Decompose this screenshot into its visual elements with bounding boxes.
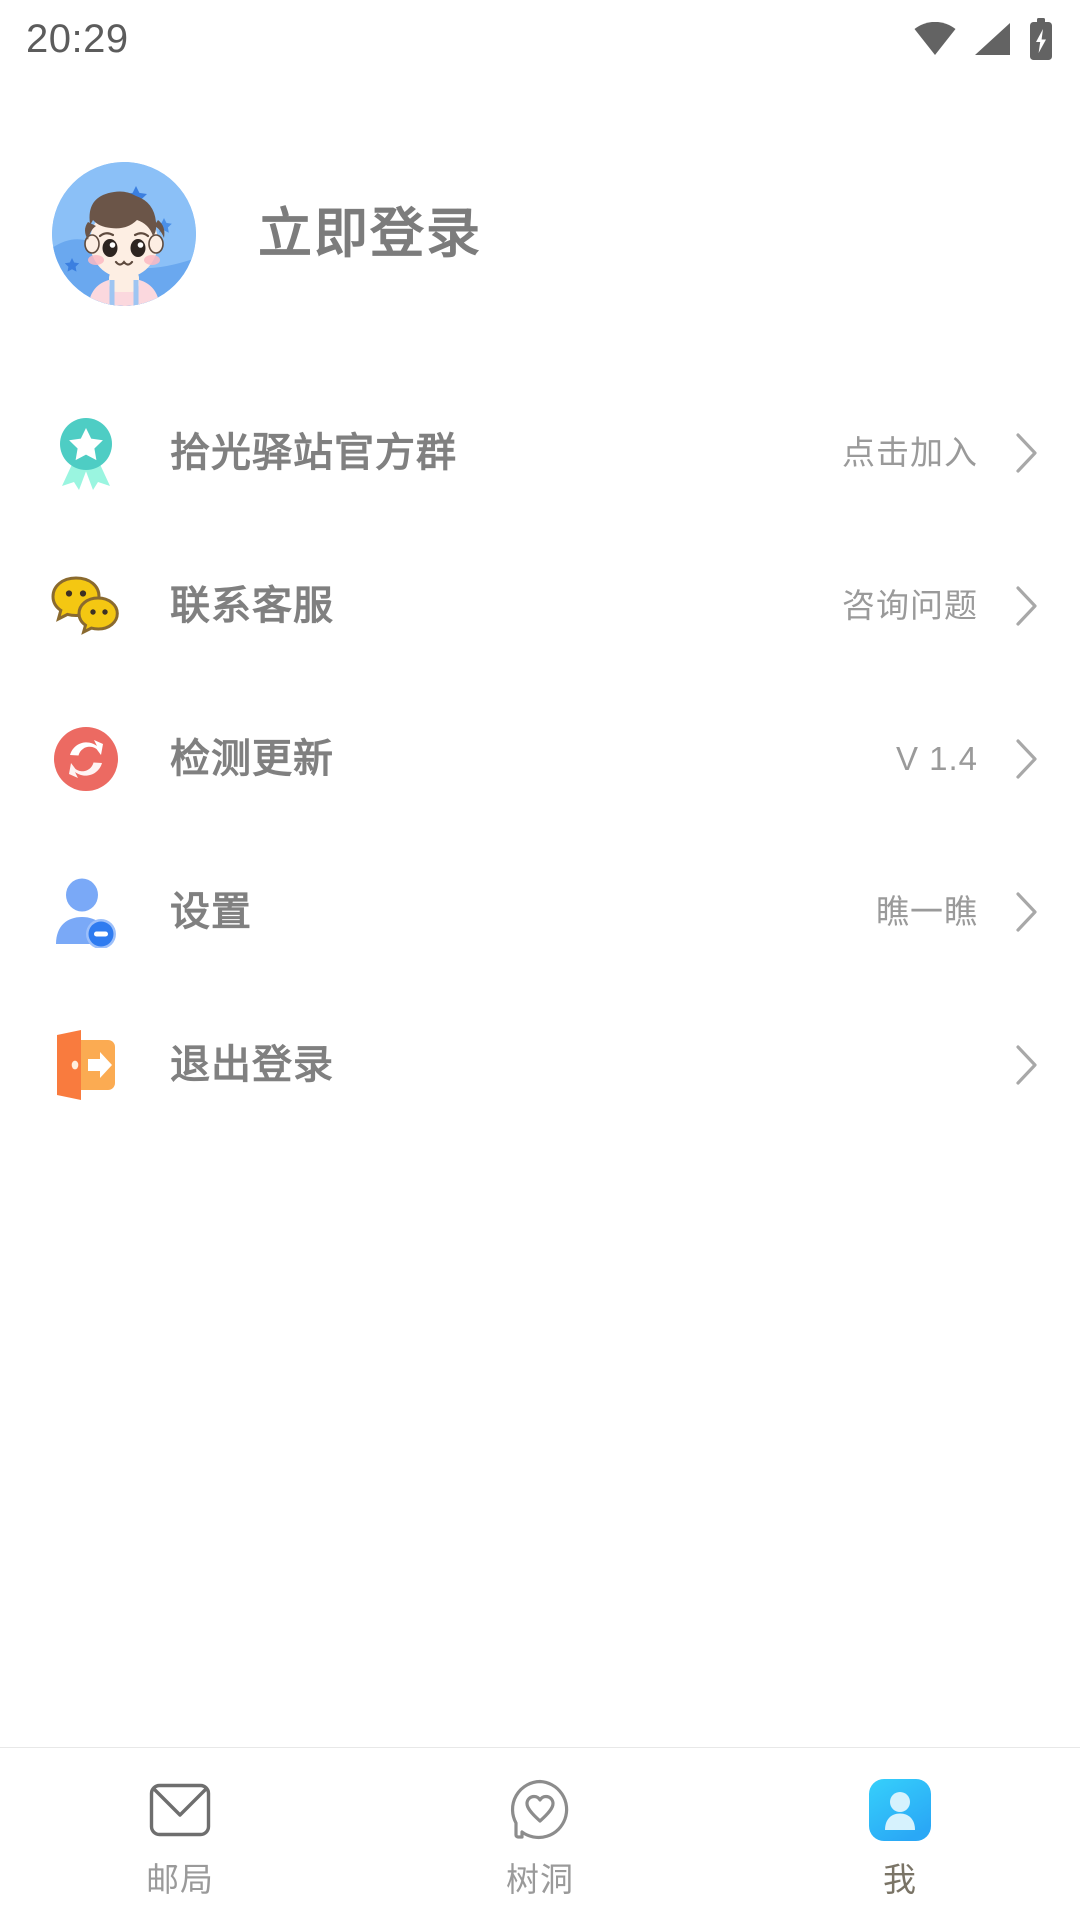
bottom-tab-bar: 邮局 树洞 我 — [0, 1747, 1080, 1920]
envelope-icon — [147, 1777, 213, 1843]
chevron-right-icon[interactable] — [1012, 1043, 1042, 1087]
status-time: 20:29 — [26, 17, 129, 61]
menu-row-check-update[interactable]: 检测更新 V 1.4 — [0, 682, 1080, 835]
chevron-right-icon[interactable] — [1012, 737, 1042, 781]
chevron-right-icon[interactable] — [1012, 431, 1042, 475]
status-icon-group — [914, 18, 1054, 60]
settings-menu-list: 拾光驿站官方群 点击加入 联系客服 咨询问题 检测更新 V 1.4 设置 瞧一瞧… — [0, 316, 1080, 1141]
status-bar: 20:29 — [0, 0, 1080, 78]
menu-row-settings[interactable]: 设置 瞧一瞧 — [0, 835, 1080, 988]
tab-label: 邮局 — [146, 1861, 214, 1898]
cellular-signal-icon — [973, 22, 1011, 56]
wifi-icon — [914, 22, 956, 56]
menu-row-value: V 1.4 — [895, 740, 978, 777]
menu-row-value: 瞧一瞧 — [876, 893, 978, 930]
menu-row-label: 联系客服 — [170, 583, 334, 628]
user-settings-icon — [50, 876, 122, 948]
battery-charging-icon — [1028, 18, 1054, 60]
menu-row-label: 设置 — [170, 889, 252, 934]
profile-header[interactable]: 立即登录 — [0, 78, 1080, 316]
wechat-bubbles-icon — [50, 570, 122, 642]
menu-row-official-group[interactable]: 拾光驿站官方群 点击加入 — [0, 376, 1080, 529]
tab-label: 树洞 — [506, 1861, 574, 1898]
menu-row-label: 拾光驿站官方群 — [170, 430, 457, 475]
menu-row-label: 检测更新 — [170, 736, 334, 781]
menu-row-contact-service[interactable]: 联系客服 咨询问题 — [0, 529, 1080, 682]
logout-door-icon — [50, 1029, 122, 1101]
tab-me[interactable]: 我 — [720, 1748, 1080, 1896]
chevron-right-icon[interactable] — [1012, 890, 1042, 934]
menu-row-value: 咨询问题 — [842, 587, 978, 624]
medal-badge-icon — [50, 417, 122, 490]
tab-post-office[interactable]: 邮局 — [0, 1748, 360, 1896]
tab-tree-hole[interactable]: 树洞 — [360, 1748, 720, 1896]
person-square-icon — [867, 1777, 933, 1843]
tab-label: 我 — [883, 1861, 917, 1898]
refresh-update-icon — [50, 723, 122, 795]
heart-bubble-icon — [507, 1777, 573, 1843]
app-screen: 20:29 立即登录 拾光驿站官方群 点击加入 联系客服 咨询问题 检测更新 V… — [0, 0, 1080, 1920]
menu-row-logout[interactable]: 退出登录 — [0, 988, 1080, 1141]
chevron-right-icon[interactable] — [1012, 584, 1042, 628]
login-label[interactable]: 立即登录 — [258, 207, 482, 261]
menu-row-label: 退出登录 — [170, 1042, 334, 1087]
user-avatar[interactable] — [52, 162, 196, 306]
menu-row-value: 点击加入 — [842, 434, 978, 471]
